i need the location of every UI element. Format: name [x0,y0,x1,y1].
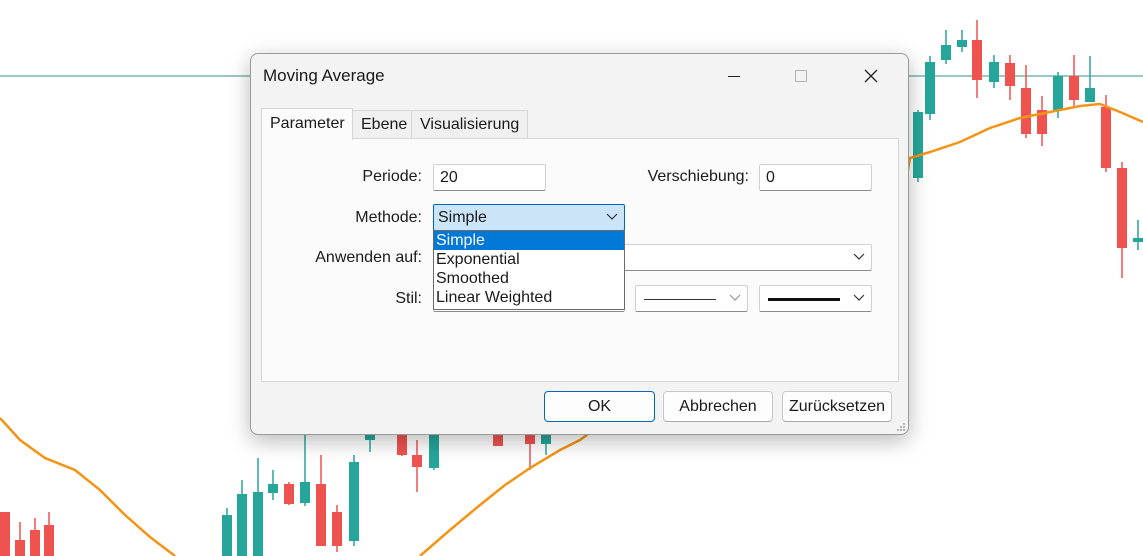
candle-body [925,62,935,114]
candle-body [268,484,278,493]
candle-body [332,512,342,546]
maximize-icon [795,70,807,82]
tab-parameter[interactable]: Parameter [261,108,353,140]
method-select[interactable]: Simple [433,204,625,231]
candle-body [989,62,999,82]
candle-body [15,540,25,556]
candle-body [1133,238,1143,242]
candle-body [44,525,54,556]
period-input[interactable]: 20 [433,164,546,191]
candle-body [1117,168,1127,248]
candle-body [316,484,326,546]
line-width-sample [768,298,840,301]
candle-body [1053,76,1063,110]
minimize-icon [728,76,740,77]
title-bar[interactable]: Moving Average [251,54,908,98]
moving-average-line-left [0,417,176,556]
candle-body [1021,88,1031,134]
reset-button[interactable]: Zurücksetzen [782,391,892,422]
candle-body [412,455,422,467]
method-option-simple[interactable]: Simple [434,231,624,250]
method-selected-value: Simple [438,209,487,226]
candle-body [237,494,247,556]
candle-body [0,512,10,556]
candle-body [253,492,263,556]
tab-visualisierung[interactable]: Visualisierung [411,110,528,138]
candle-body [284,484,294,504]
candle-body [349,462,359,541]
candle-body [300,482,310,503]
candle-body [30,530,40,556]
chevron-down-icon [853,294,865,301]
candle-body [941,45,951,60]
shift-input[interactable]: 0 [759,164,872,191]
chevron-down-icon [729,294,741,301]
candle-body [397,432,407,455]
style-label: Stil: [395,290,422,307]
candle-body [1101,107,1111,168]
resize-grip-icon[interactable] [896,422,906,432]
candle-body [222,515,232,556]
shift-label: Verschiebung: [647,168,749,185]
method-option-linear-weighted[interactable]: Linear Weighted [434,288,624,307]
style-linetype-select[interactable] [635,285,748,312]
period-label: Periode: [362,168,422,185]
line-type-sample [644,299,716,300]
close-button[interactable] [848,60,894,92]
chevron-down-icon [606,213,618,220]
moving-average-dialog[interactable]: Moving Average Parameter Ebene Visualisi… [250,53,909,435]
candle-body [1085,88,1095,102]
candle-body [913,112,923,178]
candle-body [972,40,982,80]
candle-body [957,40,967,47]
method-option-smoothed[interactable]: Smoothed [434,269,624,288]
minimize-button[interactable] [711,60,757,92]
method-option-exponential[interactable]: Exponential [434,250,624,269]
candle-body [1069,76,1079,100]
maximize-button [778,60,824,92]
chevron-down-icon [853,253,865,260]
close-icon [864,69,878,83]
cancel-button[interactable]: Abbrechen [663,391,773,422]
dialog-title: Moving Average [263,66,385,85]
style-width-select[interactable] [759,285,872,312]
tab-ebene[interactable]: Ebene [352,110,412,138]
method-label: Methode: [355,209,422,226]
ok-button[interactable]: OK [544,391,655,422]
candle-body [1005,63,1015,86]
apply-to-label: Anwenden auf: [315,249,422,266]
candle-body [429,432,439,468]
method-dropdown-list[interactable]: Simple Exponential Smoothed Linear Weigh… [433,230,625,310]
